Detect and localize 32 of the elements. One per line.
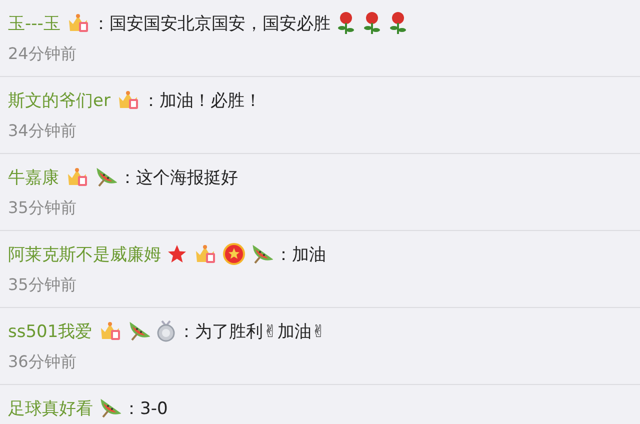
rose-icon bbox=[388, 11, 408, 35]
watermelon-icon bbox=[95, 166, 117, 188]
rose-icon bbox=[336, 11, 356, 35]
star-icon bbox=[167, 244, 187, 264]
comment-text: ：加油！必胜！ bbox=[142, 90, 262, 112]
crown-badge-icon bbox=[65, 166, 89, 188]
crown-badge-icon bbox=[116, 89, 140, 111]
username[interactable]: ss501我爱 bbox=[8, 320, 92, 342]
comment-text: ：国安国安北京国安，国安必胜 bbox=[92, 12, 330, 34]
rose-icon bbox=[362, 11, 382, 35]
comment-text: ：加油 bbox=[275, 244, 326, 266]
timestamp: 35分钟前 bbox=[8, 275, 78, 296]
timestamp: 34分钟前 bbox=[8, 121, 78, 142]
comment-text: ：为了胜利✌加油✌ bbox=[178, 320, 326, 342]
username[interactable]: 牛嘉康 bbox=[8, 166, 59, 188]
comment-text: ：这个海报挺好 bbox=[119, 166, 238, 188]
watermelon-icon bbox=[128, 320, 150, 342]
username[interactable]: 足球真好看 bbox=[8, 396, 93, 420]
username[interactable]: 斯文的爷们er bbox=[8, 88, 110, 112]
watermelon-icon bbox=[251, 243, 273, 265]
crown-badge-icon bbox=[98, 320, 122, 342]
timestamp: 35分钟前 bbox=[8, 198, 78, 219]
star-emblem-icon bbox=[223, 243, 245, 265]
username[interactable]: 阿莱克斯不是威廉姆 bbox=[8, 242, 161, 266]
username[interactable]: 玉---玉 bbox=[8, 12, 60, 34]
crown-badge-icon bbox=[66, 12, 90, 34]
comment-text: ：3-0 bbox=[123, 398, 168, 420]
medal-icon bbox=[156, 320, 176, 342]
timestamp: 36分钟前 bbox=[8, 352, 78, 373]
crown-badge-icon bbox=[193, 243, 217, 265]
timestamp: 24分钟前 bbox=[8, 44, 78, 65]
watermelon-icon bbox=[99, 397, 121, 419]
